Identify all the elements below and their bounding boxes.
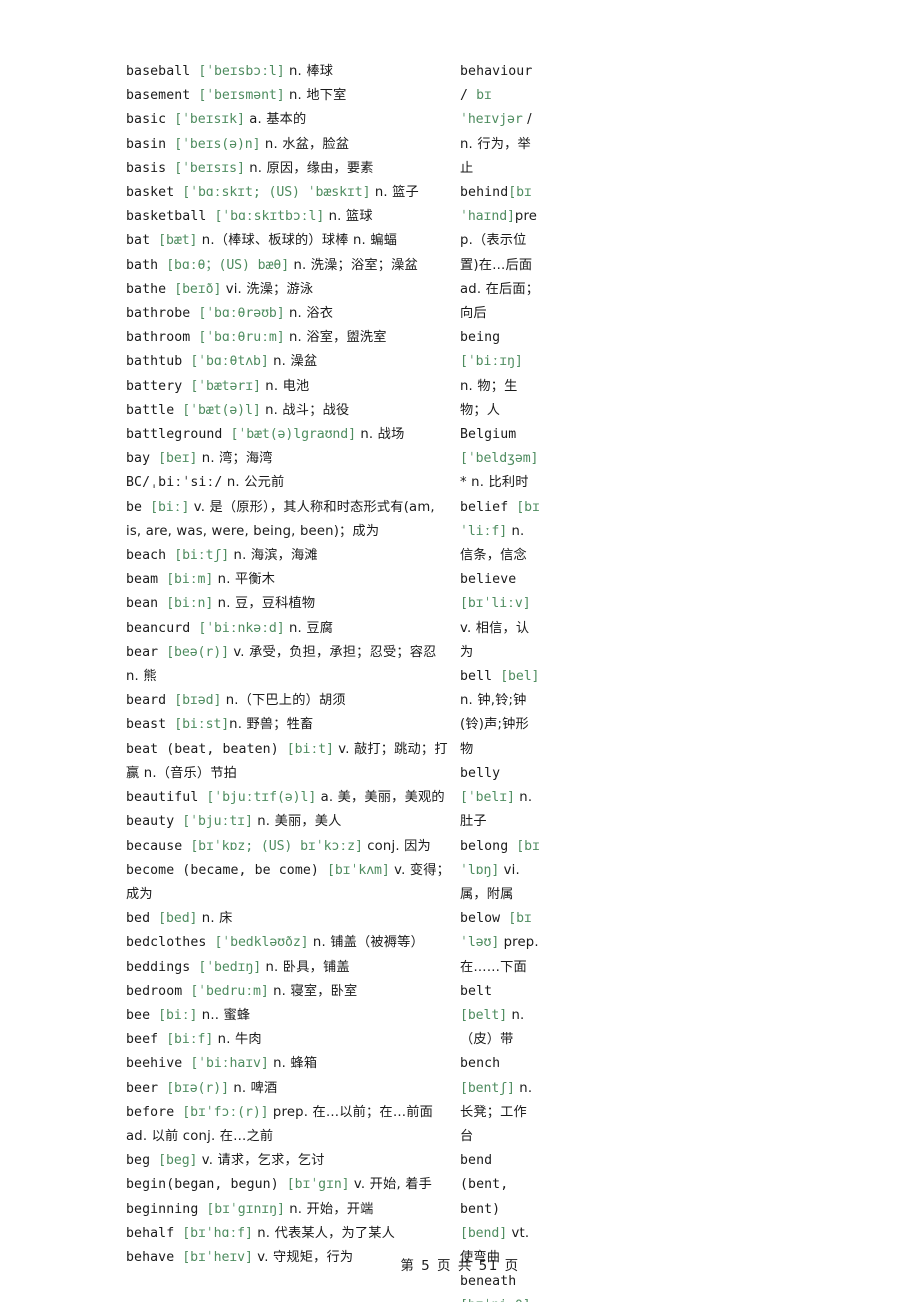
entry-word: bell — [460, 669, 501, 685]
entry-word: belly — [460, 765, 501, 781]
entry-gloss: n. 钟,铃;钟(铃)声;钟形物 — [460, 693, 529, 757]
two-column-body: baseball [ˈbeɪsbɔːl] n. 棒球 basement [ˈbeɪ… — [0, 60, 920, 1302]
entry-phonetic: [ˈbeldʒəm] — [460, 451, 539, 467]
entry-phonetic: [bend] — [460, 1225, 508, 1241]
entry-phonetic: [ˈbiːɪŋ] — [460, 354, 523, 370]
entry-phonetic: [belt] — [460, 1007, 508, 1023]
entry-phonetic: [bɪˈniːθ] — [460, 1298, 531, 1302]
entry-word: behind — [460, 185, 509, 201]
dictionary-entry: behind[bɪˈhaɪnd]prep.（表示位置)在…后面 ad. 在后面；… — [460, 181, 540, 326]
dictionary-entry: belly [ˈbelɪ] n. 肚子 — [460, 762, 540, 835]
entry-word: belt — [460, 983, 493, 999]
entry-word: being — [460, 330, 501, 346]
entry-phonetic: [bel] — [500, 669, 540, 685]
dictionary-entry: Belgium [ˈbeldʒəm] * n. 比利时 — [460, 423, 540, 496]
right-column-entries: behaviour/ bɪˈheɪvjər / n. 行为，举止 behind[b… — [460, 60, 540, 1302]
dictionary-entry: beneath [bɪˈniːθ] prep. 在…下方（面） — [460, 1270, 540, 1302]
dictionary-page: baseball [ˈbeɪsbɔːl] n. 棒球 basement [ˈbeɪ… — [0, 0, 920, 1302]
entry-word: bench — [460, 1056, 501, 1072]
entry-phonetic: [bɪˈliːv] — [460, 596, 531, 612]
dictionary-entry: belief [bɪˈliːf] n. 信条，信念 — [460, 496, 540, 569]
right-column: behaviour/ bɪˈheɪvjər / n. 行为，举止 behind[b… — [90, 60, 550, 1302]
entry-word: belong — [460, 838, 517, 854]
entry-gloss: * n. 比利时 — [460, 475, 529, 491]
entry-phonetic: [bentʃ] — [460, 1080, 515, 1096]
dictionary-entry: bend (bent, bent) [bend] vt. 使弯曲 — [460, 1149, 540, 1270]
entry-phonetic: [ˈbelɪ] — [460, 790, 515, 806]
entry-word: below — [460, 911, 509, 927]
entry-word: behaviour/ — [460, 64, 533, 104]
entry-word: believe — [460, 572, 517, 588]
dictionary-entry: belt [belt] n.（皮）带 — [460, 980, 540, 1053]
entry-gloss: v. 相信，认为 — [460, 620, 530, 660]
dictionary-entry: below [bɪˈləʊ] prep. 在……下面 — [460, 907, 540, 980]
entry-word: beneath — [460, 1274, 517, 1290]
entry-gloss: n. 物；生物；人 — [460, 378, 518, 418]
dictionary-entry: being [ˈbiːɪŋ] n. 物；生物；人 — [460, 326, 540, 423]
page-footer: 第 5 页 共 51 页 — [400, 1258, 520, 1274]
dictionary-entry: bench [bentʃ] n. 长凳；工作台 — [460, 1052, 540, 1149]
entry-gloss: prep.（表示位置)在…后面 ad. 在后面；向后 — [460, 209, 540, 322]
dictionary-entry: behaviour/ bɪˈheɪvjər / n. 行为，举止 — [460, 60, 540, 181]
dictionary-entry: bell [bel] n. 钟,铃;钟(铃)声;钟形物 — [460, 665, 540, 762]
dictionary-entry: believe [bɪˈliːv] v. 相信，认为 — [460, 568, 540, 665]
entry-word: bend (bent, bent) — [460, 1153, 509, 1217]
dictionary-entry: belong [bɪˈlɒŋ] vi. 属，附属 — [460, 835, 540, 908]
entry-word: Belgium — [460, 427, 517, 443]
entry-word: belief — [460, 499, 517, 515]
